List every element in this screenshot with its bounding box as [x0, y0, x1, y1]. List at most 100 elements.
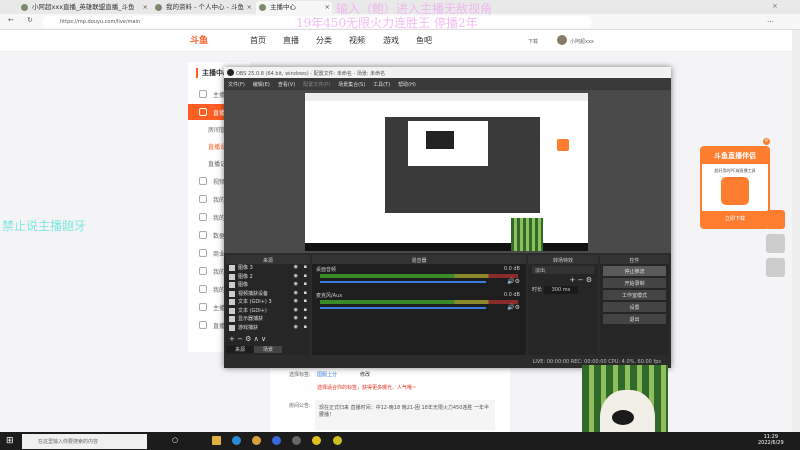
douyu-app-icon [721, 177, 749, 205]
clock[interactable]: 11:29 2022/6/29 [758, 434, 784, 446]
app-icon[interactable] [252, 436, 261, 445]
source-item[interactable]: 图像 2 ◉ ▪ [226, 273, 310, 282]
visibility-eye-icon[interactable]: ◉ [294, 298, 298, 304]
source-toolbar[interactable]: + − ⚙ ∧ ∨ [229, 335, 266, 343]
source-item[interactable]: 文本 (GDI+) 3 ◉ ▪ [226, 298, 310, 307]
volume-meter [320, 274, 518, 278]
source-type-icon [229, 307, 235, 314]
promo-download-button[interactable]: 立即下载 [702, 211, 768, 227]
security-icon[interactable] [272, 436, 281, 445]
tab-scenes[interactable]: 场景 [254, 346, 282, 353]
refresh-icon[interactable]: ↻ [27, 16, 33, 24]
duration-input[interactable]: 300 ms [543, 286, 579, 294]
robot-float-button[interactable] [766, 258, 785, 277]
lock-icon[interactable]: ▪ [304, 273, 307, 279]
nav-game[interactable]: 游戏 [383, 35, 399, 46]
bag-icon [199, 321, 207, 329]
notice-textarea[interactable]: 现在正式归来 直播时间：中12-晚18 晚21-困 18年无限火力450连胜 一… [315, 400, 495, 430]
obs-title-bar: OBS 25.0.8 (64 bit, windows) - 配置文件: 未命名… [224, 67, 671, 78]
menu-file[interactable]: 文件(F) [228, 78, 245, 88]
folder-icon [199, 249, 207, 257]
cortana-icon[interactable]: ○ [172, 436, 178, 444]
lock-icon[interactable]: ▪ [304, 307, 307, 313]
windows-start-icon[interactable]: ⊞ [6, 436, 14, 446]
settings-button[interactable]: 设置 [603, 302, 666, 312]
visibility-eye-icon[interactable]: ◉ [294, 281, 298, 287]
app-icon[interactable] [333, 436, 342, 445]
tag-hint: 选择适合你的标签，获得更多曝光、人气哦~ [317, 385, 417, 391]
studio-mode-button[interactable]: 工作室模式 [603, 290, 666, 300]
mic-icon [199, 285, 207, 293]
tab-sources[interactable]: 来源 [226, 346, 254, 353]
visibility-eye-icon[interactable]: ◉ [294, 264, 298, 270]
lock-icon[interactable]: ▪ [304, 290, 307, 296]
menu-view[interactable]: 查看(V) [278, 78, 295, 88]
source-item[interactable]: 图像 3 ◉ ▪ [226, 264, 310, 273]
promo-close-icon[interactable]: × [763, 138, 770, 145]
stop-streaming-button[interactable]: 停止推流 [603, 266, 666, 276]
volume-slider[interactable] [320, 307, 486, 309]
home-float-button[interactable] [766, 234, 785, 253]
channel-name: 桌面音频 [316, 267, 337, 273]
douyu-taskbar-icon[interactable] [312, 436, 321, 445]
menu-profile[interactable]: 配置文件(P) [303, 78, 330, 88]
source-item[interactable]: 图像 ◉ ▪ [226, 281, 310, 290]
nav-video[interactable]: 视频 [349, 35, 365, 46]
tag-value[interactable]: 国服上分 [317, 371, 337, 378]
browser-tab-active[interactable]: 主播中心 × [256, 1, 332, 14]
window-close-icon[interactable]: × [772, 2, 778, 10]
sources-list[interactable]: 图像 3 ◉ ▪ 图像 2 ◉ ▪ 图像 ◉ ▪ 视频捕获设备 ◉ ▪ 文本 (GDI+) 3 ◉ ▪ 文本 … [226, 264, 310, 332]
close-tab-icon[interactable]: × [143, 3, 148, 12]
lock-icon[interactable]: ▪ [304, 324, 307, 330]
file-explorer-icon[interactable] [212, 436, 221, 445]
close-tab-icon[interactable]: × [325, 3, 330, 12]
source-type-icon [229, 290, 235, 297]
visibility-eye-icon[interactable]: ◉ [294, 307, 298, 313]
source-item[interactable]: 文本 (GDI+) ◉ ▪ [226, 307, 310, 316]
speaker-gear-icon[interactable]: 🔊⚙ [507, 304, 520, 311]
nav-category[interactable]: 分类 [316, 35, 332, 46]
source-item[interactable]: 视频捕获设备 ◉ ▪ [226, 290, 310, 299]
menu-scene-collection[interactable]: 场景集合(S) [338, 78, 365, 88]
lock-icon[interactable]: ▪ [304, 281, 307, 287]
promo-card[interactable]: 斗鱼直播伴侣 超好用的PC端直播工具 立即下载 [700, 146, 770, 229]
username[interactable]: 小阿超xxx [570, 38, 594, 45]
transition-select[interactable]: 淡出 [532, 266, 594, 274]
lock-icon[interactable]: ▪ [304, 264, 307, 270]
exit-button[interactable]: 退出 [603, 314, 666, 324]
nav-yuba[interactable]: 鱼吧 [416, 35, 432, 46]
visibility-eye-icon[interactable]: ◉ [294, 273, 298, 279]
menu-help[interactable]: 帮助(H) [398, 78, 416, 88]
more-icon[interactable]: … [767, 16, 774, 24]
visibility-eye-icon[interactable]: ◉ [294, 290, 298, 296]
taskbar-search-input[interactable]: 在这里输入你要搜索的内容 [22, 434, 147, 449]
lock-icon[interactable]: ▪ [304, 315, 307, 321]
obs-preview[interactable] [224, 90, 671, 253]
scrollbar[interactable] [792, 30, 800, 432]
browser-tab[interactable]: 我的资料 - 个人中心 - 斗鱼 × [152, 1, 254, 14]
volume-slider[interactable] [320, 281, 486, 283]
browser-tab[interactable]: 小阿超xxx直播_英雄联盟直播_斗鱼 × [18, 1, 150, 14]
edge-icon[interactable] [232, 436, 241, 445]
nav-live[interactable]: 直播 [283, 35, 299, 46]
speaker-gear-icon[interactable]: 🔊⚙ [507, 278, 520, 285]
transition-add-remove[interactable]: + − ⚙ [528, 276, 598, 284]
start-recording-button[interactable]: 开始录制 [603, 278, 666, 288]
back-icon[interactable]: ← [8, 16, 14, 24]
menu-tools[interactable]: 工具(T) [373, 78, 390, 88]
menu-edit[interactable]: 编辑(E) [253, 78, 270, 88]
close-tab-icon[interactable]: × [247, 3, 252, 12]
edit-tag-button[interactable]: 修改 [360, 371, 370, 378]
lock-icon[interactable]: ▪ [304, 298, 307, 304]
obs-taskbar-icon[interactable] [292, 436, 301, 445]
source-item[interactable]: 显示器捕获 ◉ ▪ [226, 315, 310, 324]
source-item[interactable]: 游戏捕获 ◉ ▪ [226, 324, 310, 333]
visibility-eye-icon[interactable]: ◉ [294, 315, 298, 321]
avatar[interactable] [557, 35, 567, 45]
douyu-logo[interactable]: 斗鱼 [190, 33, 208, 46]
visibility-eye-icon[interactable]: ◉ [294, 324, 298, 330]
download-link[interactable]: 下载 [528, 38, 538, 45]
nav-home[interactable]: 首页 [250, 35, 266, 46]
live-float-button[interactable] [766, 210, 785, 229]
promo-subtitle: 超好用的PC端直播工具 [714, 168, 756, 173]
